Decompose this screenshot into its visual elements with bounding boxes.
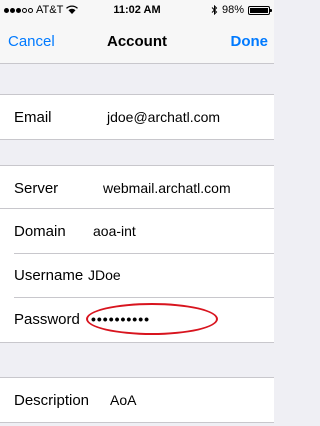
password-label: Password (14, 310, 80, 328)
server-label: Server (14, 179, 59, 197)
description-label: Description (14, 391, 90, 409)
domain-row[interactable]: Domain aoa-int (0, 209, 274, 253)
domain-field[interactable]: aoa-int (93, 223, 136, 239)
username-row[interactable]: Username JDoe (0, 253, 274, 297)
description-row[interactable]: Description AoA (0, 378, 274, 422)
credentials-group: Domain aoa-int Username JDoe Password ••… (0, 208, 274, 343)
username-label: Username (14, 266, 84, 284)
battery-fill (250, 7, 268, 13)
email-field[interactable]: jdoe@archatl.com (107, 109, 220, 125)
battery-icon (248, 5, 272, 15)
server-row[interactable]: Server webmail.archatl.com (0, 166, 274, 210)
section-spacer (0, 65, 274, 94)
navigation-bar: Cancel Account Done (0, 20, 274, 64)
server-group: Server webmail.archatl.com (0, 165, 274, 211)
server-field[interactable]: webmail.archatl.com (103, 180, 231, 196)
battery-percent: 98% (221, 4, 244, 16)
email-row[interactable]: Email jdoe@archatl.com (0, 95, 274, 139)
email-group: Email jdoe@archatl.com (0, 94, 274, 140)
section-spacer (0, 140, 274, 165)
section-spacer (0, 343, 274, 377)
status-bar: AT&T 11:02 AM 98% (0, 0, 274, 20)
password-field[interactable]: •••••••••• (91, 311, 150, 327)
description-group: Description AoA (0, 377, 274, 423)
password-row[interactable]: Password •••••••••• (0, 297, 274, 341)
description-field[interactable]: AoA (110, 392, 136, 408)
username-field[interactable]: JDoe (88, 267, 121, 283)
status-right: 98% (211, 4, 272, 16)
email-label: Email (14, 108, 52, 126)
done-button[interactable]: Done (231, 33, 269, 50)
bluetooth-icon (211, 5, 218, 15)
domain-label: Domain (14, 222, 66, 240)
